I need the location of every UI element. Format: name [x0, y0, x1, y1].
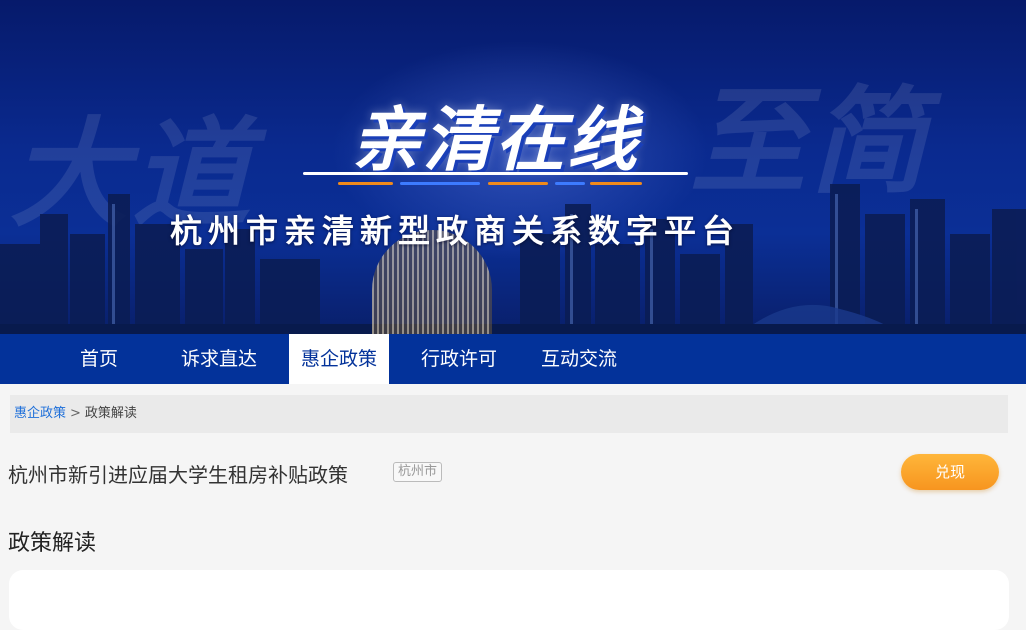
logo-stripe-white	[303, 172, 688, 175]
breadcrumb-separator: >	[70, 406, 81, 421]
nav-item-policies[interactable]: 惠企政策	[289, 334, 389, 384]
logo-stripe-orange-3	[590, 182, 642, 185]
logo-stripe-orange-2	[488, 182, 548, 185]
header-banner: 大道 至简 亲清在线 杭州市亲清新型政商关系数字平台	[0, 0, 1026, 334]
logo-stripe-blue-1	[400, 182, 480, 185]
platform-subtitle: 杭州市亲清新型政商关系数字平台	[170, 212, 741, 250]
policy-title: 杭州市新引进应届大学生租房补贴政策	[8, 463, 348, 487]
platform-logo-text: 亲清在线	[351, 99, 639, 181]
nav-item-interaction[interactable]: 互动交流	[530, 334, 628, 384]
city-skyline-illustration	[0, 184, 1026, 334]
breadcrumb-link-policies[interactable]: 惠企政策	[14, 406, 66, 421]
logo-stripe-blue-2	[555, 182, 585, 185]
breadcrumb-current: 政策解读	[84, 406, 137, 421]
nav-item-home[interactable]: 首页	[62, 334, 136, 384]
logo-stripe-orange-1	[338, 182, 393, 185]
nav-item-appeals[interactable]: 诉求直达	[170, 334, 268, 384]
nav-item-permits[interactable]: 行政许可	[410, 334, 508, 384]
breadcrumb: 惠企政策 > 政策解读	[10, 395, 1008, 433]
main-nav: 首页 诉求直达 惠企政策 行政许可 互动交流	[0, 334, 1026, 384]
section-title: 政策解读	[8, 531, 97, 556]
region-tag: 杭州市	[393, 462, 443, 482]
redeem-button[interactable]: 兑现	[901, 454, 999, 490]
content-card	[9, 570, 1009, 630]
